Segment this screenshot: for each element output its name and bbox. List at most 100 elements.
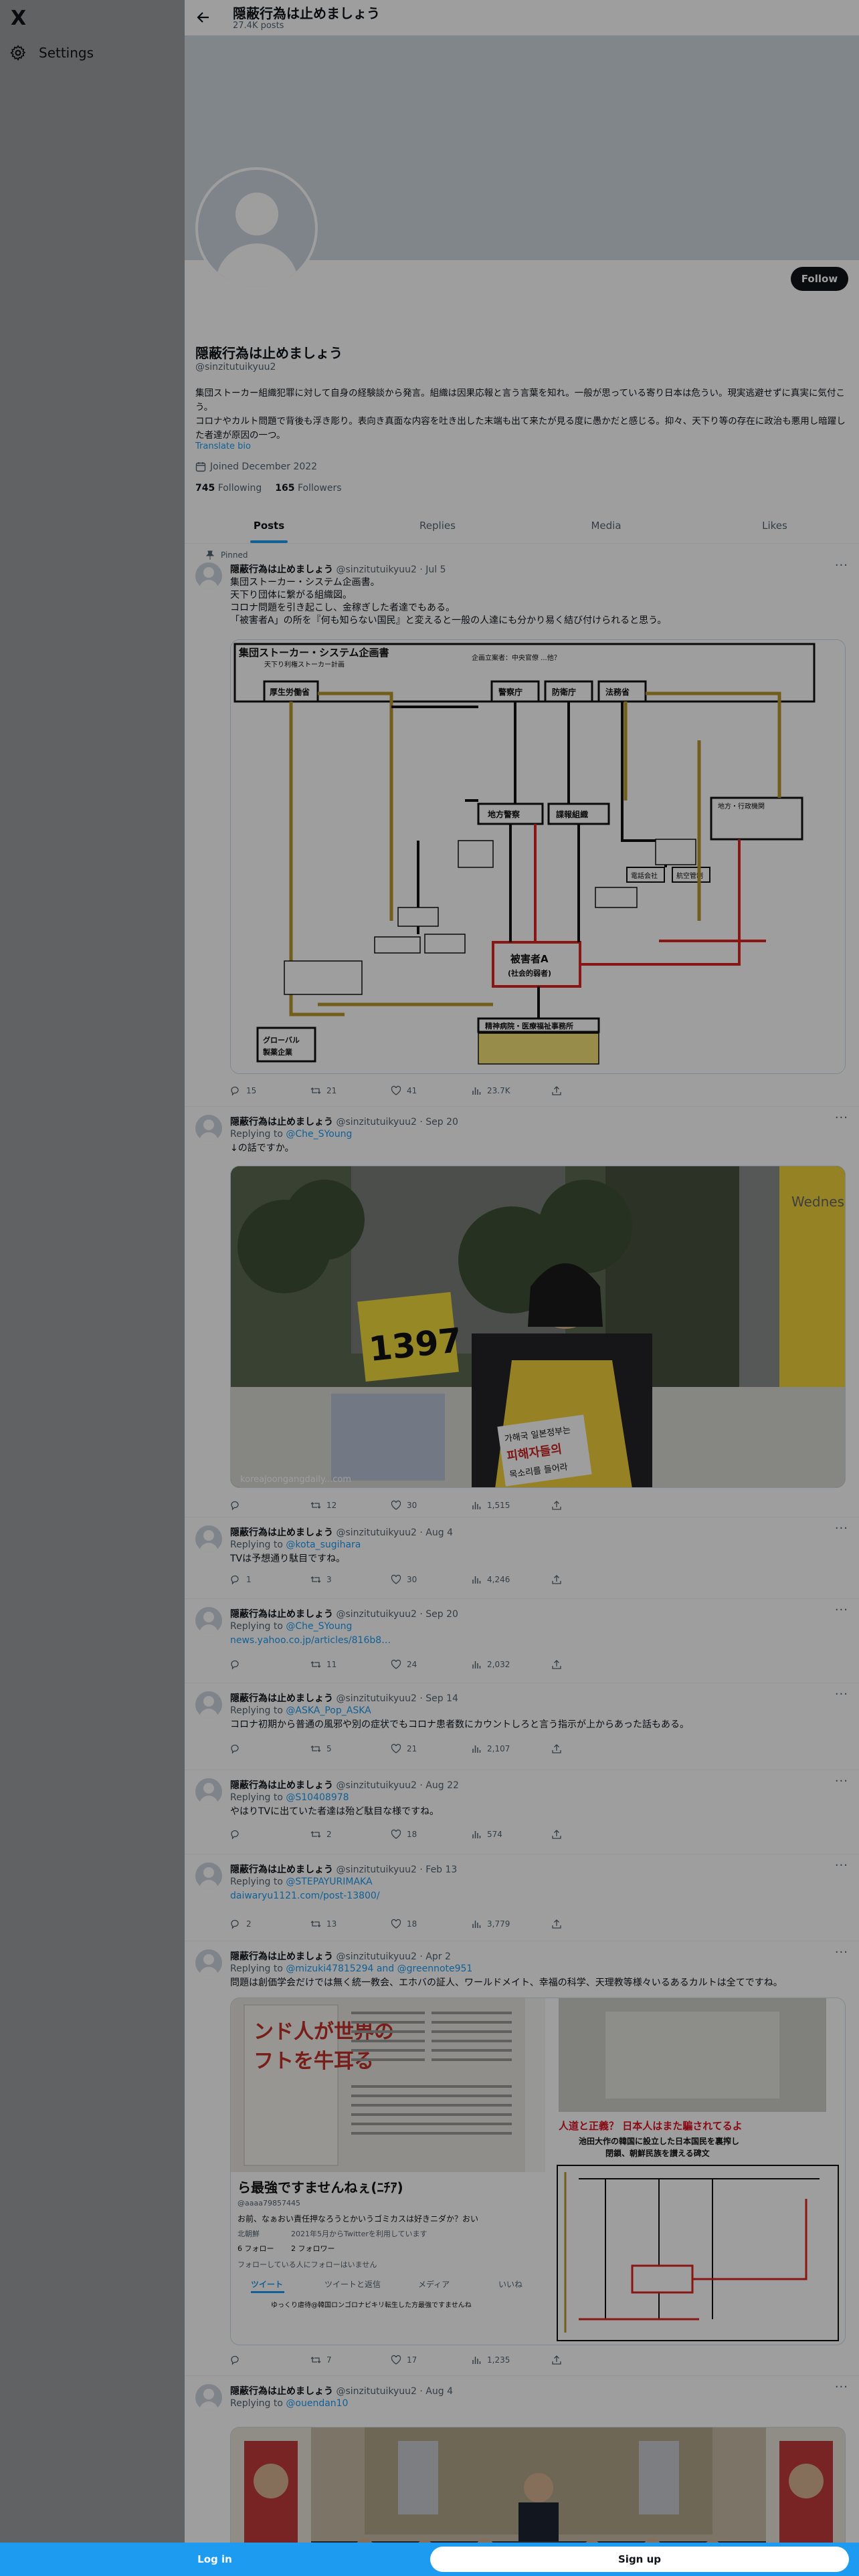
repost-button[interactable]: 5 xyxy=(310,1743,391,1754)
like-button[interactable]: 17 xyxy=(391,2355,471,2365)
reply-button[interactable] xyxy=(230,1829,310,1840)
more-options-icon[interactable]: ··· xyxy=(835,2380,848,2394)
views-button[interactable]: 3,779 xyxy=(471,1919,551,1929)
profile-avatar[interactable] xyxy=(195,167,318,290)
login-button[interactable]: Log in xyxy=(185,2547,245,2572)
repost-button[interactable]: 21 xyxy=(310,1085,391,1096)
tweet-avatar[interactable] xyxy=(195,1607,222,1634)
tweet-avatar[interactable] xyxy=(195,1115,222,1142)
tweet-item[interactable]: 隠蔽行為は止めましょう @sinzitutuikyuu2 · Sep 20 ··… xyxy=(185,1599,859,1683)
follow-button[interactable]: Follow xyxy=(791,267,848,291)
tweet-avatar[interactable] xyxy=(195,1862,222,1889)
svg-text:ツイート: ツイート xyxy=(251,2280,283,2289)
following-link[interactable]: 745 Following xyxy=(195,483,262,494)
share-button[interactable] xyxy=(551,2355,632,2365)
tweet-link[interactable]: news.yahoo.co.jp/articles/816b8… xyxy=(230,1634,846,1647)
like-button[interactable]: 30 xyxy=(391,1500,471,1511)
tab-media[interactable]: Media xyxy=(522,508,690,543)
more-options-icon[interactable]: ··· xyxy=(835,1774,848,1788)
translate-bio-link[interactable]: Translate bio xyxy=(195,441,251,451)
reply-button[interactable]: 1 xyxy=(230,1574,310,1585)
followers-link[interactable]: 165 Followers xyxy=(275,483,341,494)
more-options-icon[interactable]: ··· xyxy=(835,1603,848,1617)
tweet-diagram-image[interactable]: 集団ストーカー・システム企画書 天下り利権ストーカー計画 企画立案者：中央官僚 … xyxy=(230,639,846,1074)
profile-header-bar: 隠蔽行為は止めましょう 27.4K posts xyxy=(185,0,859,35)
tweet-link[interactable]: daiwaryu1121.com/post-13800/ xyxy=(230,1890,846,1903)
more-options-icon[interactable]: ··· xyxy=(835,1945,848,1959)
tweet-avatar[interactable] xyxy=(195,1778,222,1805)
reply-button[interactable]: 15 xyxy=(230,1085,310,1096)
tweet-avatar[interactable] xyxy=(195,2384,222,2411)
reply-target-link[interactable]: @S10408978 xyxy=(286,1792,349,1803)
reply-target-link[interactable]: @kota_sugihara xyxy=(286,1539,361,1550)
share-button[interactable] xyxy=(551,1574,632,1585)
share-button[interactable] xyxy=(551,1919,632,1929)
reply-target-link[interactable]: @ASKA_Pop_ASKA xyxy=(286,1705,371,1716)
share-button[interactable] xyxy=(551,1085,632,1096)
tweet-item[interactable]: Pinned 隠蔽行為は止めましょう @sinzitutuikyuu2 · Ju… xyxy=(185,544,859,1107)
heart-icon xyxy=(391,2355,401,2365)
reply-target-link[interactable]: @mizuki47815294 and @greennote951 xyxy=(286,1963,472,1974)
tweet-item[interactable]: 隠蔽行為は止めましょう @sinzitutuikyuu2 · Aug 4 ···… xyxy=(185,1517,859,1599)
tab-posts[interactable]: Posts xyxy=(185,508,353,543)
repost-button[interactable]: 2 xyxy=(310,1829,391,1840)
share-button[interactable] xyxy=(551,1829,632,1840)
tweet-avatar[interactable] xyxy=(195,1691,222,1718)
reply-button[interactable]: 2 xyxy=(230,1919,310,1929)
x-logo-icon[interactable]: X xyxy=(11,7,35,31)
views-button[interactable]: 4,246 xyxy=(471,1574,551,1585)
like-button[interactable]: 21 xyxy=(391,1743,471,1754)
tweet-avatar[interactable] xyxy=(195,562,222,589)
tweet-image-collage[interactable]: ンド人が世界の フトを牛耳る ら最強ですませんねぇ(ﾆﾁｱ) @aaaa7985… xyxy=(230,1998,846,2345)
more-options-icon[interactable]: ··· xyxy=(835,1111,848,1125)
like-button[interactable]: 41 xyxy=(391,1085,471,1096)
repost-button[interactable]: 3 xyxy=(310,1574,391,1585)
share-button[interactable] xyxy=(551,1743,632,1754)
reply-target-link[interactable]: @STEPAYURIMAKA xyxy=(286,1876,372,1887)
tweet-item[interactable]: 隠蔽行為は止めましょう @sinzitutuikyuu2 · Feb 13 ··… xyxy=(185,1854,859,1941)
more-options-icon[interactable]: ··· xyxy=(835,1687,848,1701)
reply-button[interactable] xyxy=(230,2355,310,2365)
reply-button[interactable] xyxy=(230,1659,310,1670)
tweet-photo[interactable]: Wednes 1397 가해국 일본정부는 피해자들의 목소리를 들어라 kor… xyxy=(230,1166,846,1488)
reply-target-link[interactable]: @Che_SYoung xyxy=(286,1129,352,1140)
repost-button[interactable]: 13 xyxy=(310,1919,391,1929)
signup-button[interactable]: Sign up xyxy=(430,2547,849,2572)
reply-target-link[interactable]: @Che_SYoung xyxy=(286,1621,352,1632)
share-button[interactable] xyxy=(551,1659,632,1670)
views-button[interactable]: 1,515 xyxy=(471,1500,551,1511)
repost-button[interactable]: 11 xyxy=(310,1659,391,1670)
share-button[interactable] xyxy=(551,1500,632,1511)
like-button[interactable]: 18 xyxy=(391,1919,471,1929)
tweet-item[interactable]: 隠蔽行為は止めましょう @sinzitutuikyuu2 · Aug 22 ··… xyxy=(185,1770,859,1854)
tweet-avatar[interactable] xyxy=(195,1525,222,1552)
views-button[interactable]: 574 xyxy=(471,1829,551,1840)
back-arrow-icon[interactable] xyxy=(195,9,211,25)
like-button[interactable]: 30 xyxy=(391,1574,471,1585)
more-options-icon[interactable]: ··· xyxy=(835,558,848,572)
tweet-item[interactable]: 隠蔽行為は止めましょう @sinzitutuikyuu2 · Sep 20 ··… xyxy=(185,1107,859,1517)
tab-replies[interactable]: Replies xyxy=(353,508,522,543)
reply-target-link[interactable]: @ouendan10 xyxy=(286,2398,348,2409)
views-button[interactable]: 2,032 xyxy=(471,1659,551,1670)
views-button[interactable]: 2,107 xyxy=(471,1743,551,1754)
more-options-icon[interactable]: ··· xyxy=(835,1858,848,1872)
repost-button[interactable]: 7 xyxy=(310,2355,391,2365)
settings-link[interactable]: Settings xyxy=(9,44,94,62)
like-button[interactable]: 18 xyxy=(391,1829,471,1840)
tweet-item[interactable]: 隠蔽行為は止めましょう @sinzitutuikyuu2 · Apr 2 ···… xyxy=(185,1941,859,2376)
joined-text: Joined December 2022 xyxy=(210,461,318,472)
repost-button[interactable]: 12 xyxy=(310,1500,391,1511)
profile-name: 隠蔽行為は止めましょう xyxy=(195,345,343,361)
more-options-icon[interactable]: ··· xyxy=(835,1521,848,1535)
tweet-avatar[interactable] xyxy=(195,1949,222,1976)
reply-button[interactable] xyxy=(230,1743,310,1754)
svg-text:諜報組織: 諜報組織 xyxy=(556,809,588,819)
views-chart-icon xyxy=(472,1661,481,1669)
views-button[interactable]: 23.7K xyxy=(471,1085,551,1096)
tab-likes[interactable]: Likes xyxy=(690,508,859,543)
like-button[interactable]: 24 xyxy=(391,1659,471,1670)
reply-button[interactable] xyxy=(230,1500,310,1511)
views-button[interactable]: 1,235 xyxy=(471,2355,551,2365)
tweet-item[interactable]: 隠蔽行為は止めましょう @sinzitutuikyuu2 · Sep 14 ··… xyxy=(185,1683,859,1770)
